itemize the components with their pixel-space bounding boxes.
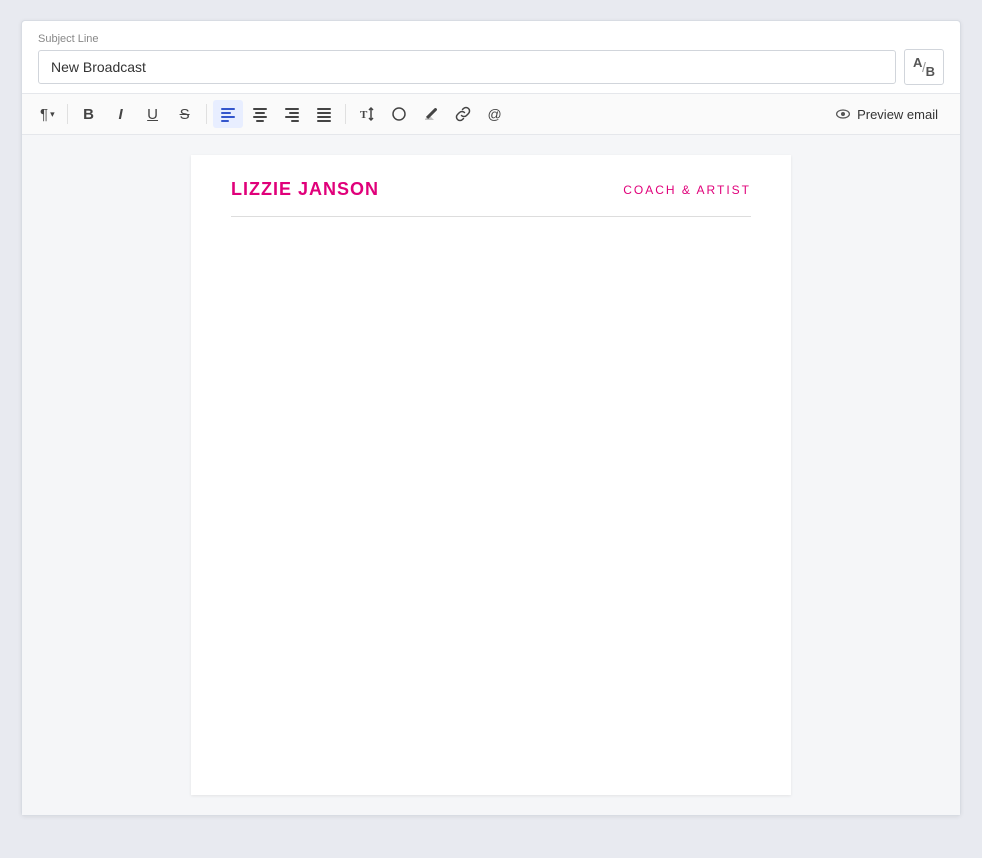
align-left-button[interactable] xyxy=(213,100,243,128)
strikethrough-button[interactable]: S xyxy=(170,100,200,128)
separator-3 xyxy=(345,104,346,124)
editor-toolbar: ¶ ▾ B I U S xyxy=(22,94,960,135)
mention-button[interactable]: @ xyxy=(480,100,510,128)
align-left-icon xyxy=(220,106,236,122)
subject-row: A / B xyxy=(38,49,944,85)
email-header: LIZZIE JANSON COACH & ARTIST xyxy=(191,155,791,216)
link-button[interactable] xyxy=(448,100,478,128)
email-content[interactable] xyxy=(191,217,791,717)
bold-button[interactable]: B xyxy=(74,100,104,128)
paragraph-type-button[interactable]: ¶ ▾ xyxy=(34,100,61,128)
eraser-button[interactable] xyxy=(416,100,446,128)
paragraph-chevron-icon: ▾ xyxy=(50,109,55,120)
align-center-icon xyxy=(252,106,268,122)
separator-2 xyxy=(206,104,207,124)
italic-icon: I xyxy=(119,106,123,123)
italic-button[interactable]: I xyxy=(106,100,136,128)
align-justify-icon xyxy=(316,106,332,122)
brand-name: LIZZIE JANSON xyxy=(231,179,379,200)
align-center-button[interactable] xyxy=(245,100,275,128)
ab-test-button[interactable]: A / B xyxy=(904,49,944,85)
preview-email-button[interactable]: Preview email xyxy=(825,100,948,128)
underline-icon: U xyxy=(147,106,158,123)
font-size-icon: T xyxy=(359,106,375,122)
subject-label: Subject Line xyxy=(38,33,944,45)
paragraph-icon: ¶ xyxy=(40,106,48,123)
brand-tagline: COACH & ARTIST xyxy=(623,183,751,197)
eye-icon xyxy=(835,106,851,122)
separator-1 xyxy=(67,104,68,124)
align-right-icon xyxy=(284,106,300,122)
subject-input[interactable] xyxy=(38,50,896,84)
font-size-button[interactable]: T xyxy=(352,100,382,128)
highlight-icon xyxy=(391,106,407,122)
preview-email-label: Preview email xyxy=(857,107,938,122)
editor-body[interactable]: LIZZIE JANSON COACH & ARTIST xyxy=(22,135,960,815)
link-icon xyxy=(455,106,471,122)
email-editor: Subject Line A / B ¶ ▾ B I U S xyxy=(21,20,961,816)
bold-icon: B xyxy=(83,106,94,123)
email-canvas: LIZZIE JANSON COACH & ARTIST xyxy=(191,155,791,795)
eraser-icon xyxy=(423,106,439,122)
underline-button[interactable]: U xyxy=(138,100,168,128)
subject-section: Subject Line A / B xyxy=(22,21,960,94)
mention-icon: @ xyxy=(487,106,501,122)
strikethrough-icon: S xyxy=(180,106,190,123)
highlight-button[interactable] xyxy=(384,100,414,128)
svg-text:T: T xyxy=(360,109,368,121)
align-justify-button[interactable] xyxy=(309,100,339,128)
align-right-button[interactable] xyxy=(277,100,307,128)
